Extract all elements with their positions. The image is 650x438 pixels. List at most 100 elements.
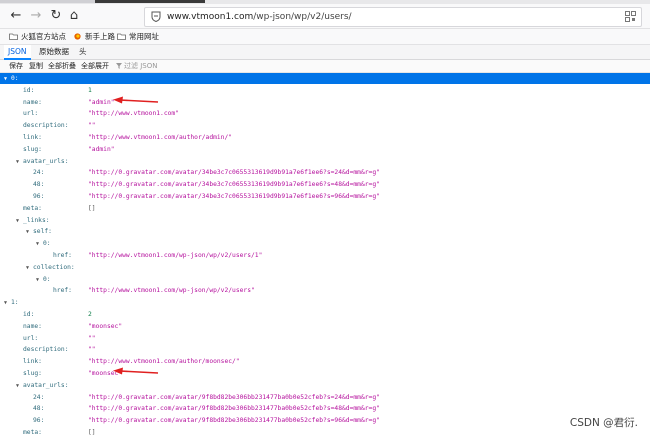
json-key-text: link: bbox=[23, 134, 42, 141]
json-key: meta: bbox=[23, 427, 42, 438]
json-key-text: 96: bbox=[33, 193, 45, 200]
json-row[interactable]: id: 1 bbox=[0, 85, 650, 96]
copy-button[interactable]: 复制 bbox=[29, 61, 43, 71]
filter-json-input[interactable]: 过滤 JSON bbox=[116, 61, 157, 71]
expand-all-button[interactable]: 全部展开 bbox=[81, 61, 109, 71]
url-text[interactable]: www.vtmoon1.com/wp-json/wp/v2/users/ bbox=[167, 10, 352, 24]
json-key-text: self: bbox=[33, 228, 52, 236]
home-icon[interactable]: ⌂ bbox=[66, 8, 82, 24]
json-row[interactable]: 48: "http://0.gravatar.com/avatar/9f8bd82… bbox=[0, 403, 650, 414]
json-key-text: slug: bbox=[23, 370, 42, 377]
json-key: meta: bbox=[23, 203, 42, 214]
bookmark-common-sites[interactable]: 常用网址 bbox=[117, 31, 159, 42]
json-key: ▼ avatar_urls: bbox=[16, 156, 69, 168]
bookmark-label: 火狐官方站点 bbox=[21, 32, 66, 41]
json-key-text: avatar_urls: bbox=[23, 381, 69, 389]
json-value: "admin" bbox=[88, 145, 115, 153]
json-row[interactable]: ▼ avatar_urls: bbox=[0, 156, 650, 167]
json-key: slug: bbox=[23, 368, 42, 379]
json-row[interactable]: 96: "http://0.gravatar.com/avatar/9f8bd82… bbox=[0, 415, 650, 426]
triangle-toggle-icon[interactable]: ▼ bbox=[36, 239, 43, 250]
triangle-toggle-icon[interactable]: ▼ bbox=[26, 263, 33, 274]
json-key-text: href: bbox=[53, 252, 72, 259]
json-value: "http://www.vtmoon1.com/wp-json/wp/v2/us… bbox=[88, 252, 263, 259]
tab-raw-data[interactable]: 原始数据 bbox=[35, 45, 73, 59]
bookmark-getting-started[interactable]: 新手上路 bbox=[73, 31, 115, 42]
json-value: [] bbox=[88, 429, 96, 436]
json-row[interactable]: ▼ 0: bbox=[0, 238, 650, 249]
json-key-text: 96: bbox=[33, 417, 45, 425]
folder-icon bbox=[117, 33, 126, 40]
json-row[interactable]: ▼ 0: bbox=[0, 73, 650, 84]
json-key-text: url: bbox=[23, 110, 39, 118]
firefox-icon bbox=[74, 33, 81, 40]
json-key-text: collection: bbox=[33, 263, 75, 271]
json-row[interactable]: slug: "moonsec" bbox=[0, 367, 650, 379]
active-browser-tab-indicator[interactable] bbox=[95, 0, 205, 3]
json-row[interactable]: ▼ _links: bbox=[0, 215, 650, 226]
triangle-toggle-icon[interactable]: ▼ bbox=[4, 74, 11, 85]
json-row[interactable]: 96: "http://0.gravatar.com/avatar/34be3c7… bbox=[0, 191, 650, 202]
json-row[interactable]: link: "http://www.vtmoon1.com/author/moon… bbox=[0, 356, 650, 367]
json-key: description: bbox=[23, 120, 69, 131]
tab-json[interactable]: JSON bbox=[4, 45, 31, 60]
json-value: [] bbox=[88, 204, 96, 212]
triangle-toggle-icon[interactable]: ▼ bbox=[4, 298, 11, 309]
json-key-text: 24: bbox=[33, 169, 45, 177]
json-row[interactable]: link: "http://www.vtmoon1.com/author/admi… bbox=[0, 132, 650, 143]
triangle-toggle-icon[interactable]: ▼ bbox=[26, 227, 33, 238]
json-row[interactable]: slug: "admin" bbox=[0, 144, 650, 155]
collapse-all-button[interactable]: 全部折叠 bbox=[48, 61, 76, 71]
triangle-toggle-icon[interactable]: ▼ bbox=[16, 216, 23, 227]
json-row[interactable]: 24: "http://0.gravatar.com/avatar/9f8bd82… bbox=[0, 392, 650, 403]
reload-icon[interactable]: ↻ bbox=[48, 8, 64, 24]
json-row[interactable]: name: "admin" bbox=[0, 96, 650, 108]
json-row[interactable]: href: "http://www.vtmoon1.com/wp-json/wp/… bbox=[0, 250, 650, 261]
triangle-toggle-icon[interactable]: ▼ bbox=[16, 381, 23, 392]
json-key-text: description: bbox=[23, 346, 69, 354]
json-row[interactable]: url: "http://www.vtmoon1.com" bbox=[0, 108, 650, 119]
json-row[interactable]: ▼ 1: bbox=[0, 297, 650, 308]
json-key-text: 1: bbox=[11, 299, 19, 307]
bookmark-official-site[interactable]: 火狐官方站点 bbox=[9, 31, 66, 42]
json-row[interactable]: 24: "http://0.gravatar.com/avatar/34be3c7… bbox=[0, 167, 650, 178]
json-row[interactable]: href: "http://www.vtmoon1.com/wp-json/wp/… bbox=[0, 285, 650, 296]
json-key: url: bbox=[23, 333, 38, 344]
json-key: href: bbox=[53, 285, 72, 296]
json-row[interactable]: meta: [] bbox=[0, 427, 650, 438]
json-row[interactable]: description: "" bbox=[0, 344, 650, 355]
forward-arrow-icon[interactable]: → bbox=[28, 8, 44, 24]
json-key: ▼ 0: bbox=[4, 73, 19, 85]
save-button[interactable]: 保存 bbox=[9, 61, 23, 71]
json-row[interactable]: ▼ 0: bbox=[0, 274, 650, 285]
json-row[interactable]: ▼ avatar_urls: bbox=[0, 380, 650, 391]
json-value: "http://0.gravatar.com/avatar/34be3c7c06… bbox=[88, 169, 380, 177]
json-key-text: 0: bbox=[11, 75, 19, 82]
json-row[interactable]: ▼ collection: bbox=[0, 262, 650, 273]
json-key-text: id: bbox=[23, 311, 35, 318]
json-row[interactable]: url: "" bbox=[0, 333, 650, 344]
json-value: "" bbox=[88, 334, 96, 342]
json-key: href: bbox=[53, 250, 72, 261]
json-value: "moonsec" bbox=[88, 322, 123, 330]
bookmark-label: 新手上路 bbox=[85, 32, 115, 41]
json-key: id: bbox=[23, 309, 34, 320]
json-row[interactable]: description: "" bbox=[0, 120, 650, 131]
tab-headers[interactable]: 头 bbox=[75, 45, 91, 59]
address-bar[interactable]: www.vtmoon1.com/wp-json/wp/v2/users/ bbox=[144, 7, 642, 27]
json-row[interactable]: ▼ self: bbox=[0, 226, 650, 237]
json-tree: ▼ 0: id: 1 name: "admin" url: "http://www.vtmoo… bbox=[0, 73, 650, 438]
json-row[interactable]: 48: "http://0.gravatar.com/avatar/34be3c7… bbox=[0, 179, 650, 190]
json-key: description: bbox=[23, 344, 69, 355]
triangle-toggle-icon[interactable]: ▼ bbox=[36, 275, 43, 286]
json-row[interactable]: name: "moonsec" bbox=[0, 321, 650, 332]
tab-strip-left bbox=[0, 0, 95, 3]
triangle-toggle-icon[interactable]: ▼ bbox=[16, 157, 23, 168]
json-value: "http://0.gravatar.com/avatar/9f8bd82be3… bbox=[88, 393, 380, 401]
qr-code-icon[interactable] bbox=[625, 11, 636, 22]
back-arrow-icon[interactable]: ← bbox=[8, 8, 24, 24]
json-value: "http://0.gravatar.com/avatar/9f8bd82be3… bbox=[88, 405, 380, 413]
json-row[interactable]: id: 2 bbox=[0, 309, 650, 320]
json-row[interactable]: meta: [] bbox=[0, 203, 650, 214]
json-viewer-tabs: JSON 原始数据 头 bbox=[0, 45, 650, 60]
